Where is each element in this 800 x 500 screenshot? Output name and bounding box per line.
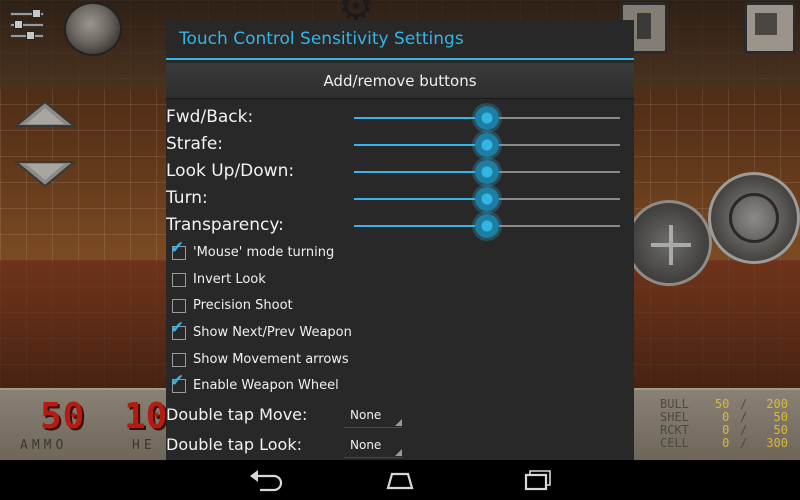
sensitivity-sliders: Fwd/Back: Strafe: Look Up/Down: Turn: Tr… — [166, 105, 634, 240]
gear-icon[interactable]: ⚙ — [334, 0, 378, 27]
health-count: 10 — [124, 396, 168, 437]
slider-label: Fwd/Back: — [166, 107, 254, 127]
ammo-slash: / — [740, 436, 748, 450]
double-tap-selects: Double tap Move: None Double tap Look: N… — [166, 400, 634, 460]
slider-label: Look Up/Down: — [166, 161, 295, 181]
slider-track[interactable] — [354, 160, 620, 184]
crosshair-icon — [651, 243, 691, 247]
checkbox-label: Invert Look — [193, 271, 266, 287]
checkbox-label: Enable Weapon Wheel — [193, 378, 339, 394]
slider-fill — [354, 144, 487, 146]
slider-track[interactable] — [354, 187, 620, 211]
slider-thumb[interactable] — [475, 160, 499, 184]
checkbox[interactable] — [172, 352, 186, 367]
ammo-current: 0 — [722, 436, 730, 450]
ammo-table: BULL 50 / 200 SHEL 0 / 50 RCKT 0 / 50 CE… — [660, 398, 788, 450]
checkmark-icon: ✔ — [170, 371, 185, 392]
checkbox-precision-shoot[interactable]: ✔ Precision Shoot — [166, 293, 634, 320]
double-tap-move-dropdown[interactable]: None — [344, 406, 402, 429]
double-tap-look-dropdown[interactable]: None — [344, 436, 402, 459]
checkbox-mouse-mode-turning[interactable]: ✔ 'Mouse' mode turning — [166, 238, 634, 267]
select-double-tap-look: Double tap Look: None — [166, 430, 634, 460]
checkbox-invert-look[interactable]: ✔ Invert Look — [166, 267, 634, 294]
ammo-label: AMMO — [20, 438, 68, 453]
slider-label: Turn: — [166, 188, 208, 208]
slider-track[interactable] — [354, 106, 620, 130]
home-icon[interactable] — [380, 466, 420, 494]
slider-fwd-back: Fwd/Back: — [166, 105, 634, 132]
slider-track[interactable] — [354, 214, 620, 238]
slider-fill — [354, 198, 487, 200]
slider-fill — [354, 117, 487, 119]
slider-track[interactable] — [354, 133, 620, 157]
navigation-bar — [0, 460, 800, 500]
checkbox[interactable] — [172, 272, 186, 287]
slider-thumb[interactable] — [475, 133, 499, 157]
look-joystick[interactable] — [626, 200, 712, 286]
slider-transparency: Transparency: — [166, 213, 634, 240]
dropdown-caret-icon — [395, 449, 402, 457]
player-face-icon[interactable] — [64, 2, 122, 56]
checkmark-icon: ✔ — [170, 238, 185, 258]
slider-thumb[interactable] — [475, 106, 499, 130]
select-value: None — [350, 438, 382, 453]
ammo-max: 300 — [766, 436, 788, 450]
ammo-row: CELL 0 / 300 — [660, 437, 788, 450]
slider-label: Transparency: — [166, 215, 284, 235]
checkbox-show-next-prev-weapon[interactable]: ✔ Show Next/Prev Weapon — [166, 318, 634, 347]
slider-label: Strafe: — [166, 134, 224, 154]
slider-look-up-down: Look Up/Down: — [166, 159, 634, 186]
move-up-arrow-icon[interactable] — [14, 100, 76, 130]
checkbox-show-movement-arrows[interactable]: ✔ Show Movement arrows — [166, 347, 634, 374]
checkmark-icon: ✔ — [170, 318, 185, 339]
slider-fill — [354, 225, 487, 227]
checkbox-enable-weapon-wheel[interactable]: ✔ Enable Weapon Wheel — [166, 371, 634, 400]
select-label: Double tap Move: — [166, 405, 308, 425]
health-label: HE — [132, 438, 156, 453]
slider-turn: Turn: — [166, 186, 634, 213]
fire-button[interactable] — [708, 172, 800, 264]
checkbox[interactable] — [172, 299, 186, 314]
back-icon[interactable] — [246, 466, 286, 494]
ammo-count: 50 — [40, 396, 86, 437]
slider-thumb[interactable] — [475, 214, 499, 238]
move-down-arrow-icon[interactable] — [14, 158, 76, 188]
sliders-icon[interactable] — [6, 6, 52, 46]
sensitivity-settings-dialog: Touch Control Sensitivity Settings Add/r… — [166, 20, 634, 460]
dropdown-caret-icon — [395, 419, 402, 427]
weapon-slot-icon[interactable] — [744, 2, 796, 54]
slider-strafe: Strafe: — [166, 132, 634, 159]
ammo-type: CELL — [660, 436, 689, 450]
select-double-tap-move: Double tap Move: None — [166, 400, 634, 430]
select-label: Double tap Look: — [166, 435, 302, 455]
checkbox-label: Show Movement arrows — [193, 351, 349, 367]
option-checkboxes: ✔ 'Mouse' mode turning ✔ Invert Look ✔ P… — [166, 238, 634, 400]
dialog-title: Touch Control Sensitivity Settings — [166, 20, 634, 60]
checkbox-label: Precision Shoot — [193, 298, 293, 314]
slider-thumb[interactable] — [475, 187, 499, 211]
add-remove-buttons-button[interactable]: Add/remove buttons — [166, 63, 634, 99]
recents-icon[interactable] — [516, 466, 556, 494]
slider-fill — [354, 171, 487, 173]
checkbox-label: Show Next/Prev Weapon — [193, 325, 352, 341]
checkbox-label: 'Mouse' mode turning — [193, 245, 335, 260]
select-value: None — [350, 408, 382, 423]
